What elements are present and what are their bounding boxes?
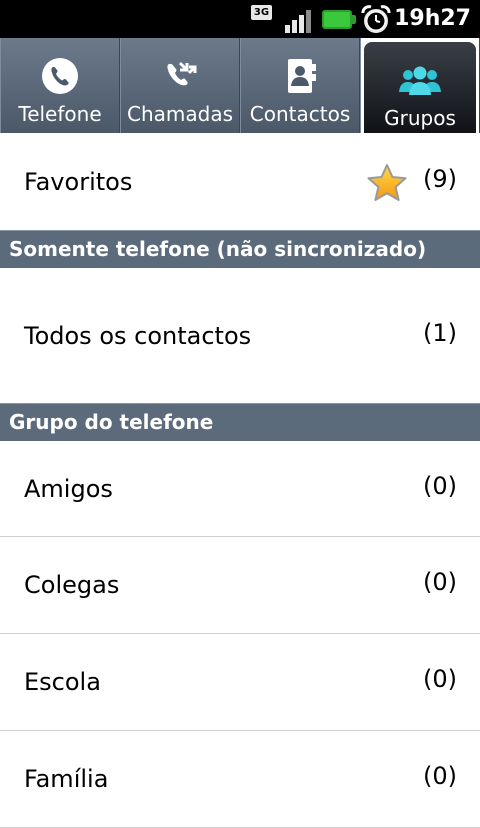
alarm-clock-icon [361, 5, 391, 33]
section-header-phone-group: Grupo do telefone [0, 403, 480, 441]
star-icon [367, 164, 407, 201]
tab-contactos[interactable]: Contactos [240, 38, 360, 133]
list-item-favoritos[interactable]: Favoritos (9) [0, 133, 480, 230]
list-item-label: Escola [24, 668, 101, 696]
tab-grupos[interactable]: Grupos [360, 38, 480, 133]
list-item-label: Família [24, 765, 109, 793]
tab-contactos-label: Contactos [249, 102, 351, 126]
list-item-count: (0) [423, 471, 457, 500]
list-item-escola[interactable]: Escola (0) [0, 634, 480, 731]
list-item-todos-os-contactos[interactable]: Todos os contactos (1) [0, 268, 480, 403]
section-header-phone-only: Somente telefone (não sincronizado) [0, 230, 480, 268]
signal-strength-icon [285, 10, 311, 33]
list-item-count: (1) [423, 318, 457, 347]
list-item-label: Colegas [24, 571, 120, 599]
list-item-colegas[interactable]: Colegas (0) [0, 537, 480, 634]
battery-tip [352, 15, 356, 24]
list-item-count: (0) [423, 762, 457, 791]
list-item-label: Amigos [24, 474, 113, 503]
tab-telefone[interactable]: Telefone [0, 38, 120, 133]
battery-icon [322, 10, 352, 29]
list-item-label: Favoritos [24, 167, 133, 196]
section-header-label: Grupo do telefone [9, 410, 214, 434]
section-header-label: Somente telefone (não sincronizado) [9, 237, 427, 261]
call-log-icon [167, 61, 197, 86]
list-item-familia[interactable]: Família (0) [0, 731, 480, 828]
status-time: 19h27 [394, 6, 471, 31]
list-item-count: (9) [423, 164, 457, 193]
list-item-count: (0) [423, 568, 457, 597]
list-item-count: (0) [423, 665, 457, 694]
tab-telefone-label: Telefone [18, 102, 102, 126]
tab-grupos-label: Grupos [384, 106, 456, 130]
network-type-badge: 3G [251, 5, 272, 20]
status-bar: 3G 19h27 [0, 0, 480, 38]
contacts-icon [288, 59, 316, 93]
groups-list: Favoritos (9) Somente telefone (não sinc… [0, 133, 480, 828]
tab-chamadas-label: Chamadas [126, 102, 233, 126]
list-item-amigos[interactable]: Amigos (0) [0, 441, 480, 537]
phone-icon [42, 58, 78, 94]
list-item-label: Todos os contactos [24, 321, 252, 350]
tab-chamadas[interactable]: Chamadas [120, 38, 240, 133]
tab-bar: Telefone Chamadas Contactos Grupos [0, 38, 480, 133]
groups-icon [399, 66, 441, 95]
